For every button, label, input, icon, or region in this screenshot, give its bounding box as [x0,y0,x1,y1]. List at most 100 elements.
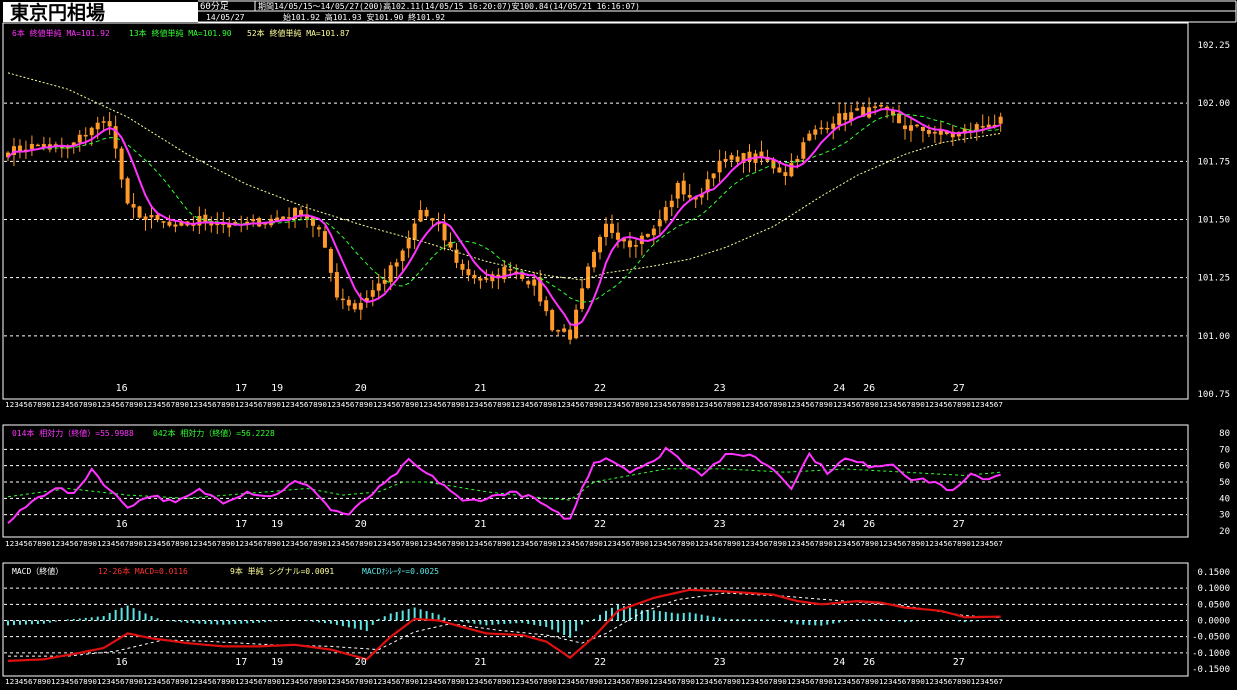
macd-name-legend: MACD（終値） [12,566,63,576]
macd-day-label: 16 [116,657,128,668]
candle-body [466,269,471,276]
candle-body [328,249,333,273]
signal-legend: 9本 単純 シグナル=0.0091 [230,566,334,576]
macd-y-tick: 0.1000 [1197,584,1230,594]
candle-body [681,180,686,195]
rsi-day-label: 16 [116,519,128,530]
rsi-long-legend: 042本 相対力（終値）=56.2228 [153,428,275,438]
macd-day-label: 22 [594,657,606,668]
rsi-day-label: 26 [863,519,875,530]
macd-y-tick: -0.1000 [1192,649,1230,659]
candle-body [83,134,88,137]
candle-body [663,207,668,221]
rsi-day-label: 27 [953,519,965,530]
macd-day-label: 24 [833,657,845,668]
candle-body [819,127,824,130]
candle-body [95,122,100,130]
hour-strip-macd: 1234567890123456789012345678901234567890… [5,677,1003,686]
candle-body [251,219,256,222]
candle-body [729,155,734,160]
candle-body [137,206,142,218]
rsi-short-legend: 014本 相対力（終値）=55.9988 [12,428,134,438]
rsi-day-label: 23 [714,519,726,530]
candle-body [149,215,154,218]
ma-long-legend: 52本 終値単純 MA=101.87 [247,28,350,38]
candle-body [131,204,136,208]
candle-body [627,240,632,248]
macd-day-label: 26 [863,657,875,668]
candle-body [831,123,836,129]
price-y-tick: 100.75 [1197,390,1230,400]
price-y-tick: 101.00 [1197,332,1230,342]
hour-strip-price: 1234567890123456789012345678901234567890… [5,400,1003,409]
candle-body [789,162,794,177]
price-day-label: 26 [863,383,875,394]
rsi-day-label: 24 [833,519,845,530]
candle-body [550,309,555,331]
candle-body [879,104,884,107]
rsi-y-tick: 70 [1219,445,1230,455]
candle-body [472,274,477,279]
candle-body [406,238,411,249]
candle-body [101,121,106,123]
candle-body [735,156,740,162]
price-day-label: 24 [833,383,845,394]
candle-body [77,134,82,143]
candle-body [801,142,806,159]
candle-body [400,250,405,261]
candle-body [717,161,722,173]
candle-body [442,223,447,241]
timeframe-label: 60分足 [200,1,229,12]
candle-body [926,130,931,134]
candle-body [777,167,782,173]
candle-body [580,288,585,309]
period-info: 期間14/05/15～14/05/27(200)高102.11(14/05/15… [258,1,640,11]
candle-body [855,108,860,111]
price-y-tick: 102.00 [1197,99,1230,109]
candle-body [430,218,435,221]
candle-body [173,224,178,227]
price-day-label: 17 [235,383,247,394]
candle-body [843,112,848,120]
candle-body [932,132,937,134]
price-y-tick: 101.25 [1197,274,1230,284]
candle-body [370,290,375,297]
price-day-label: 20 [355,383,367,394]
chart-title: 東京円相場 [10,1,105,24]
rsi-day-label: 19 [271,519,283,530]
ma-mid-legend: 13本 終値単純 MA=101.90 [129,28,232,38]
candle-body [376,283,381,291]
candle-body [974,124,979,130]
rsi-y-tick: 30 [1219,511,1230,521]
rsi-day-label: 22 [594,519,606,530]
candle-body [920,126,925,131]
candle-body [825,127,830,130]
candle-body [334,272,339,298]
rsi-y-tick: 20 [1219,527,1230,537]
price-day-label: 22 [594,383,606,394]
candle-body [29,144,34,149]
candle-body [257,217,262,227]
candle-body [119,148,124,180]
rsi-y-tick: 60 [1219,462,1230,472]
rsi-day-label: 20 [355,519,367,530]
candle-body [645,233,650,237]
candle-body [687,195,692,198]
candle-body [203,214,208,223]
candle-body [998,116,1003,124]
candle-body [813,129,818,135]
price-y-tick: 101.75 [1197,157,1230,167]
candle-body [388,265,393,282]
candle-body [107,121,112,127]
price-day-label: 21 [474,383,486,394]
candle-body [568,329,573,340]
candle-body [89,127,94,136]
candle-body [783,172,788,177]
candle-body [980,126,985,128]
candle-body [35,144,40,147]
macd-y-tick: -0.1500 [1192,665,1230,675]
candle-body [633,245,638,247]
macd-day-label: 17 [235,657,247,668]
macd-y-tick: -0.0500 [1192,633,1230,643]
candle-body [603,223,608,237]
